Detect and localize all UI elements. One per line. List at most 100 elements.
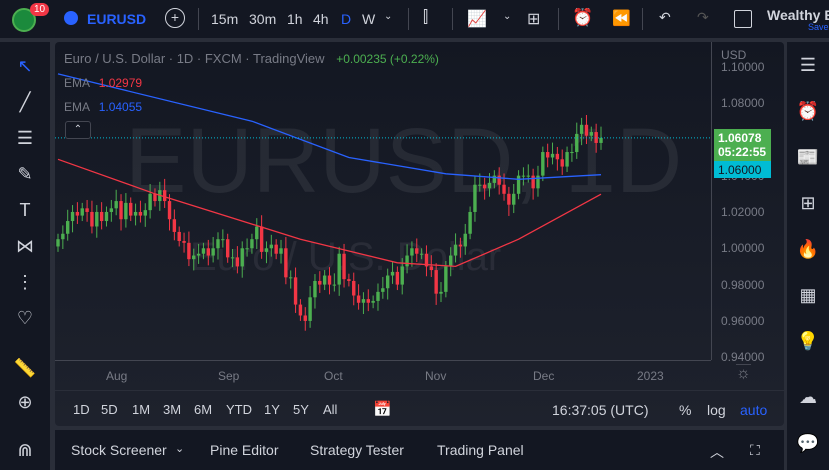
percent-scale-toggle[interactable]: % [679, 402, 691, 418]
candle-body [124, 202, 128, 220]
add-symbol-icon[interactable]: + [165, 8, 185, 28]
interval-w[interactable]: W [362, 11, 375, 27]
candle-body [264, 248, 269, 252]
candle-body [356, 295, 361, 303]
symbol-search[interactable]: EURUSD [87, 11, 146, 27]
range-1d[interactable]: 1D [73, 402, 90, 417]
layout-icon[interactable]: ⊞ [527, 9, 540, 29]
right-sidebar: ☰ ⏰ 📰 ⊞ 🔥 ▦ 💡 ☁ 💬 [787, 42, 829, 470]
range-5y[interactable]: 5Y [293, 402, 309, 417]
interval-d[interactable]: D [341, 11, 351, 27]
chevron-down-icon[interactable]: ⌄ [175, 442, 184, 455]
zoom-icon[interactable]: ⊕ [13, 390, 37, 414]
tab-pine-editor[interactable]: Pine Editor [210, 442, 278, 458]
candle-body [463, 233, 467, 247]
brush-icon[interactable]: ✎ [13, 162, 37, 186]
range-all[interactable]: All [323, 402, 337, 417]
maximize-icon[interactable]: ⛶ [750, 442, 760, 459]
candle-body [114, 201, 118, 209]
interval-4h[interactable]: 4h [313, 11, 329, 27]
range-3m[interactable]: 3M [163, 402, 181, 417]
timeframe-bar: 1D 5D 1M 3M 6M YTD 1Y 5Y All 📅 16:37:05 … [55, 390, 784, 426]
price-axis[interactable]: USD 1.100001.080001.060001.040001.020001… [711, 42, 784, 364]
fullscreen-checkbox[interactable] [734, 10, 752, 28]
candle-body [192, 255, 196, 260]
last-price: 1.06078 [718, 131, 762, 145]
date-range-icon[interactable]: 📅 [373, 400, 392, 418]
candle-body [526, 175, 530, 177]
account-name[interactable]: Wealthy E [767, 7, 829, 23]
range-ytd[interactable]: YTD [226, 402, 252, 417]
legend-title[interactable]: Euro / U.S. Dollar · 1D · FXCM · Trading… [64, 51, 325, 66]
range-6m[interactable]: 6M [194, 402, 212, 417]
clock[interactable]: 16:37:05 (UTC) [552, 402, 648, 418]
chat-icon[interactable]: ☁ [795, 384, 821, 410]
chart-pane[interactable]: EURUSD, 1D Euro / U.S. Dollar Euro / U.S… [55, 42, 784, 426]
add-list-icon[interactable]: ⊞ [795, 190, 821, 216]
redo-icon[interactable]: ↷ [697, 9, 709, 26]
magnet-icon[interactable]: ⋒ [13, 438, 37, 462]
settings-icon[interactable]: ☼ [736, 364, 751, 383]
fire-icon[interactable]: 🔥 [795, 236, 821, 262]
candle-body [279, 248, 283, 254]
undo-icon[interactable]: ↶ [659, 9, 671, 26]
candle-body [104, 211, 109, 222]
candle-body [85, 208, 89, 212]
price-tick: 1.08000 [721, 96, 765, 110]
notification-badge[interactable]: 10 [30, 3, 50, 16]
chevron-down-icon[interactable]: ⌄ [503, 11, 511, 22]
time-axis[interactable]: Aug Sep Oct Nov Dec 2023 [55, 360, 711, 390]
messages-icon[interactable]: 💬 [795, 430, 821, 456]
candle-body [487, 182, 492, 189]
prediction-icon[interactable]: ⋮ [13, 270, 37, 294]
heart-icon[interactable]: ♡ [13, 306, 37, 330]
chevron-down-icon[interactable]: ⌄ [384, 11, 392, 22]
alarm-clock-icon[interactable]: ⏰ [795, 98, 821, 124]
time-label: Aug [106, 369, 128, 383]
auto-scale-toggle[interactable]: auto [740, 402, 767, 418]
text-icon[interactable]: T [13, 198, 37, 222]
candle-body [337, 253, 341, 285]
candle-body [90, 211, 94, 227]
candle-body [182, 241, 186, 243]
range-1m[interactable]: 1M [132, 402, 150, 417]
candle-body [400, 266, 404, 285]
expand-panel-icon[interactable]: ︿ [710, 442, 724, 462]
fib-icon[interactable]: ☰ [13, 126, 37, 150]
pattern-icon[interactable]: ⋈ [13, 234, 37, 258]
lightbulb-icon[interactable]: 💡 [795, 328, 821, 354]
interval-1h[interactable]: 1h [287, 11, 303, 27]
log-scale-toggle[interactable]: log [707, 402, 726, 418]
candle-body [196, 253, 201, 256]
price-tick: 1.02000 [721, 204, 765, 219]
ema-legend-1[interactable]: EMA 1.02979 [64, 76, 142, 90]
tab-stock-screener[interactable]: Stock Screener [71, 442, 167, 458]
news-icon[interactable]: 📰 [795, 144, 821, 170]
interval-15m[interactable]: 15m [211, 11, 238, 27]
ruler-icon[interactable]: 📏 [13, 356, 37, 380]
watchlist-icon[interactable]: ☰ [795, 52, 821, 78]
tab-strategy-tester[interactable]: Strategy Tester [310, 442, 404, 458]
calendar-icon[interactable]: ▦ [795, 282, 821, 308]
range-1y[interactable]: 1Y [264, 402, 280, 417]
bottom-panel-bar: Stock Screener ⌄ Pine Editor Strategy Te… [55, 430, 784, 470]
candle-body [119, 201, 123, 220]
cursor-icon[interactable]: ↖ [13, 54, 37, 78]
replay-icon[interactable]: ⏪ [612, 9, 631, 27]
range-5d[interactable]: 5D [101, 402, 118, 417]
trend-line-icon[interactable]: ╱ [13, 90, 37, 114]
interval-30m[interactable]: 30m [249, 11, 276, 27]
alert-icon[interactable]: ⏰ [572, 8, 593, 28]
indicators-icon[interactable]: 📈 [467, 9, 487, 29]
tab-trading-panel[interactable]: Trading Panel [437, 442, 524, 458]
collapse-legend-button[interactable]: ⌃ [65, 121, 91, 139]
candle-body [405, 255, 409, 267]
time-label: Sep [218, 369, 240, 383]
candle-body [133, 211, 138, 216]
ema-legend-2[interactable]: EMA 1.04055 [64, 100, 142, 114]
candle-body [259, 226, 264, 252]
price-tick: 1.10000 [721, 59, 765, 74]
candle-body [216, 239, 220, 249]
candles-icon[interactable]: ⫿ [423, 9, 428, 27]
save-link[interactable]: Save [808, 22, 829, 32]
